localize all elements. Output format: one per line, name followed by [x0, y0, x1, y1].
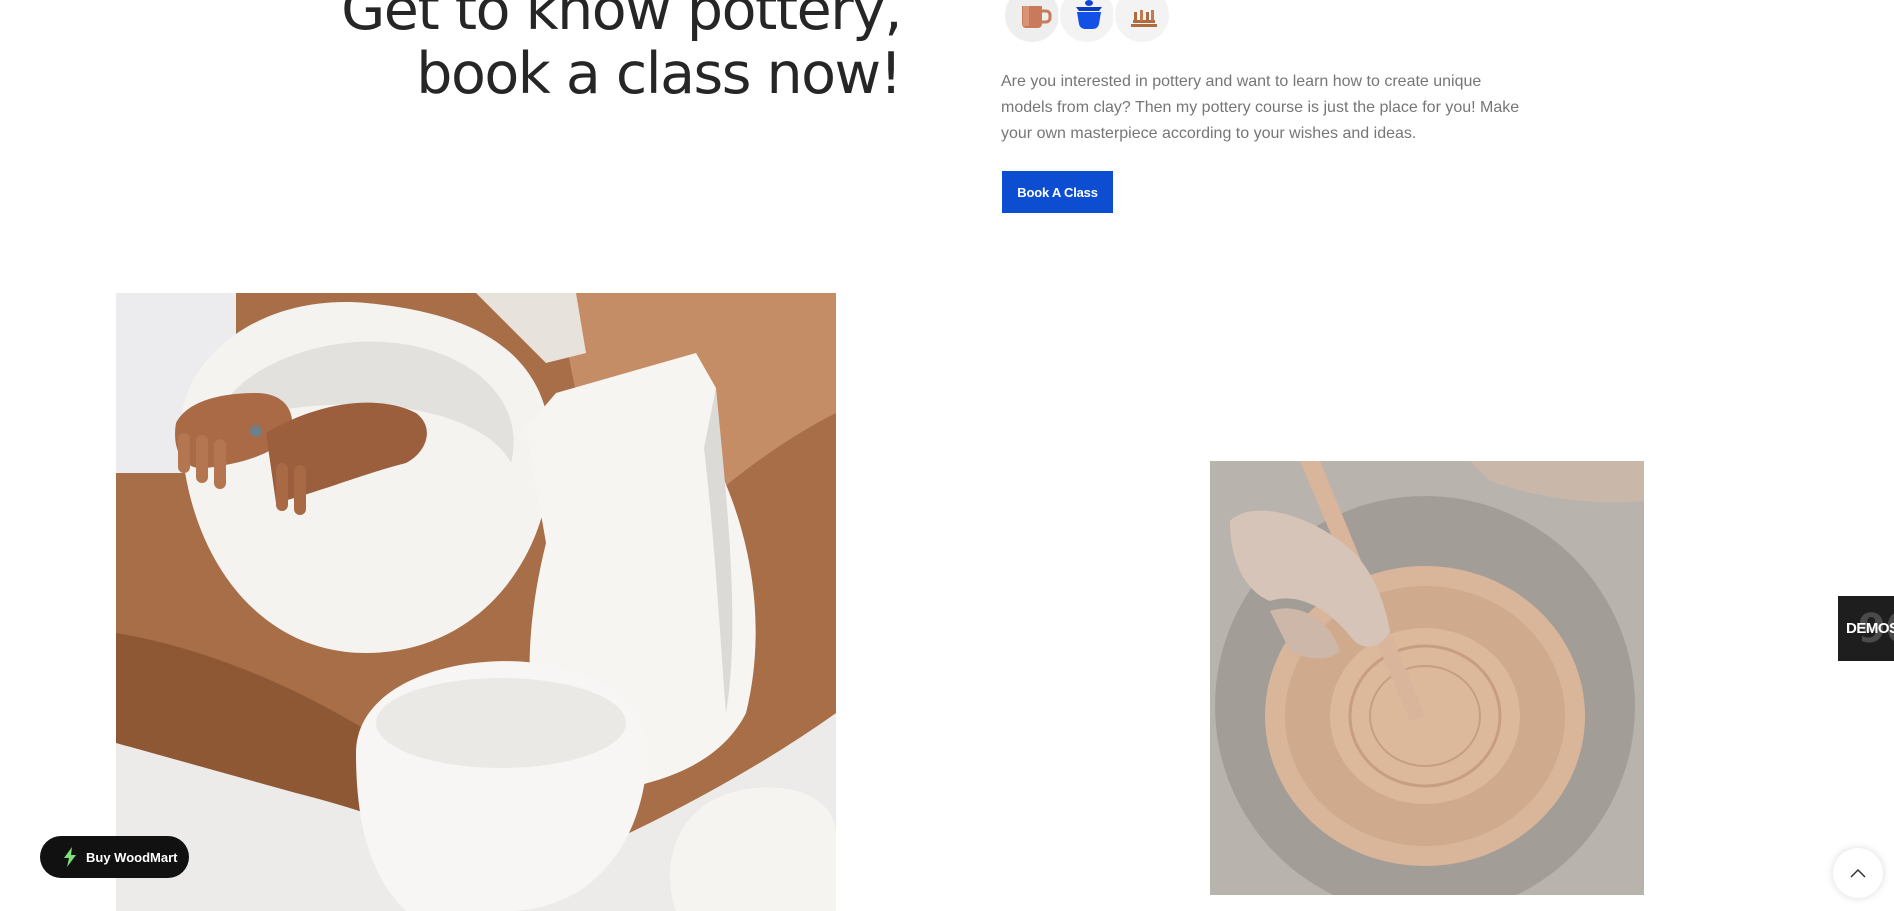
buy-woodmart-button[interactable]: Buy WoodMart	[40, 836, 189, 878]
pottery-set-icon	[1113, 0, 1171, 44]
mug-icon	[1003, 0, 1061, 44]
hero-headline-line-2: book a class now!	[416, 41, 902, 107]
pottery-wheel-carving-photo	[1210, 461, 1644, 895]
hero-icon-group	[1003, 0, 1203, 46]
teapot-icon	[1058, 0, 1116, 44]
pottery-vessels-hands-photo	[116, 293, 836, 911]
demos-label: DEMOS	[1846, 620, 1894, 637]
hero-headline-line-1: Get to know pottery,	[341, 0, 902, 43]
hero-headline: Get to know pottery, book a class now!	[341, 0, 902, 107]
chevron-up-icon	[1850, 868, 1866, 878]
scroll-to-top-button[interactable]	[1833, 848, 1883, 898]
woodmart-bolt-icon	[64, 847, 76, 867]
hero-description: Are you interested in pottery and want t…	[1001, 73, 1520, 142]
buy-woodmart-label: Buy WoodMart	[86, 849, 178, 865]
demos-tab[interactable]: 90 DEMOS	[1838, 596, 1894, 661]
book-a-class-button[interactable]: Book A Class	[1002, 171, 1113, 213]
